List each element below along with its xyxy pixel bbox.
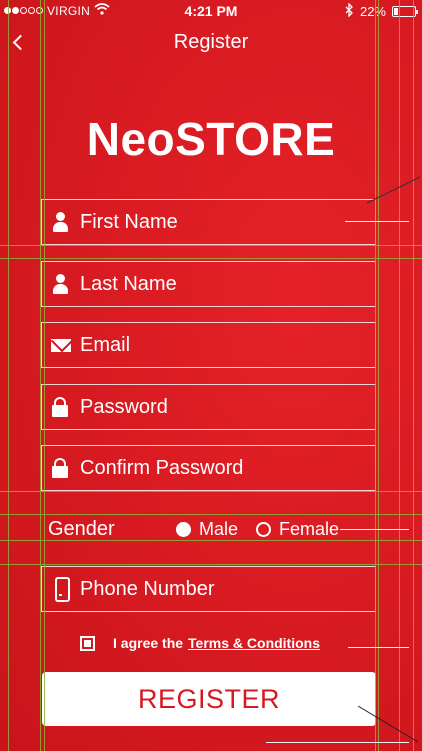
gender-option-label: Female (279, 518, 340, 539)
password-placeholder: Password (80, 395, 168, 418)
first-name-placeholder: First Name (80, 210, 178, 233)
register-screen: VIRGIN 4:21 PM 22% Register NeoSTORE Fir… (0, 0, 422, 751)
gender-option-male[interactable]: Male (176, 519, 238, 540)
register-button[interactable]: REGISTER (42, 672, 376, 726)
mail-icon (42, 323, 80, 367)
email-placeholder: Email (80, 333, 131, 356)
phone-icon (42, 567, 80, 611)
bluetooth-icon (345, 2, 354, 20)
phone-placeholder: Phone Number (80, 577, 215, 600)
battery-percent: 22% (359, 4, 386, 19)
page-title: Register (173, 31, 249, 53)
terms-text: I agree the (113, 635, 184, 651)
confirm-password-field[interactable]: Confirm Password (41, 445, 376, 491)
confirm-password-placeholder: Confirm Password (80, 456, 244, 479)
navigation-bar: Register (0, 22, 422, 66)
brand-logo: NeoSTORE (86, 113, 336, 165)
person-icon (42, 262, 80, 306)
radio-selected-icon[interactable] (176, 521, 191, 537)
phone-number-field[interactable]: Phone Number (41, 566, 376, 612)
terms-row: I agree the Terms & Conditions (80, 635, 320, 651)
radio-unselected-icon[interactable] (256, 521, 272, 537)
gender-label: Gender (48, 517, 115, 540)
last-name-field[interactable]: Last Name (41, 261, 376, 307)
status-right: 22% (345, 2, 418, 20)
lock-icon (42, 446, 80, 490)
password-field[interactable]: Password (41, 384, 376, 430)
status-bar: VIRGIN 4:21 PM 22% (0, 0, 422, 22)
lock-icon (42, 385, 80, 429)
gender-option-label: Male (199, 518, 239, 539)
first-name-field[interactable]: First Name (41, 199, 376, 245)
last-name-placeholder: Last Name (80, 272, 177, 295)
email-field[interactable]: Email (41, 322, 376, 368)
person-icon (42, 200, 80, 244)
gender-option-female[interactable]: Female (256, 519, 339, 540)
terms-checkbox[interactable] (80, 635, 95, 651)
terms-link[interactable]: Terms & Conditions (188, 635, 320, 651)
